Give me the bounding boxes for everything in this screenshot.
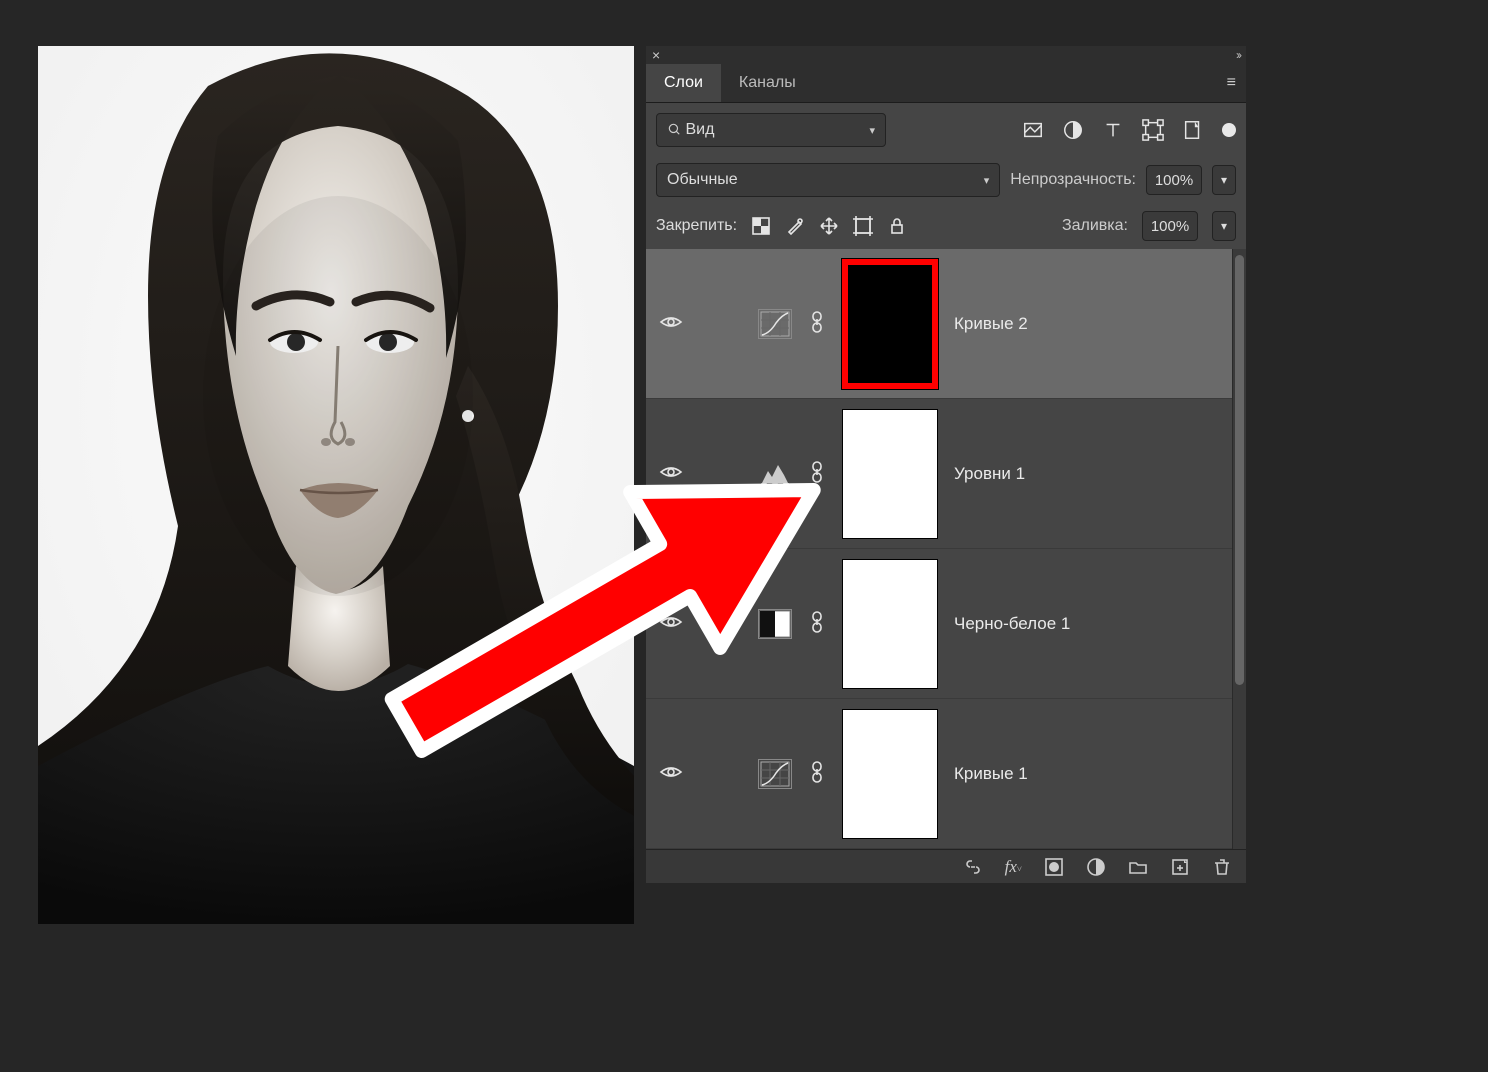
canvas-image[interactable] xyxy=(38,46,634,924)
filter-type-icon[interactable] xyxy=(1102,119,1124,141)
layer-filter-kind-select[interactable]: Вид ▾ xyxy=(656,113,886,147)
add-mask-icon[interactable] xyxy=(1044,857,1064,877)
lock-label: Закрепить: xyxy=(656,217,737,235)
lock-artboard-icon[interactable] xyxy=(853,216,873,236)
visibility-toggle[interactable] xyxy=(659,760,683,788)
visibility-toggle[interactable] xyxy=(659,610,683,638)
blend-mode-label: Обычные xyxy=(667,171,738,189)
layer-name[interactable]: Кривые 2 xyxy=(954,314,1028,334)
visibility-toggle[interactable] xyxy=(659,460,683,488)
layer-mask-thumbnail[interactable] xyxy=(842,709,938,839)
curves-adjustment-icon[interactable] xyxy=(758,309,792,339)
layer-row[interactable]: Кривые 2 xyxy=(646,249,1246,399)
layer-name[interactable]: Кривые 1 xyxy=(954,764,1028,784)
delete-layer-icon[interactable] xyxy=(1212,857,1232,877)
filter-adjustment-icon[interactable] xyxy=(1062,119,1084,141)
panel-menu-icon[interactable]: ≡ xyxy=(1227,74,1236,92)
fill-chevron[interactable]: ▾ xyxy=(1212,211,1236,241)
lock-all-icon[interactable] xyxy=(887,216,907,236)
curves-adjustment-icon[interactable] xyxy=(758,759,792,789)
layer-fx-icon[interactable]: fx˅ xyxy=(1005,857,1022,877)
layer-name[interactable]: Черно-белое 1 xyxy=(954,614,1070,634)
visibility-toggle[interactable] xyxy=(659,310,683,338)
lock-paint-icon[interactable] xyxy=(785,216,805,236)
layers-panel: × ›› Слои Каналы ≡ Вид ▾ xyxy=(646,46,1246,883)
link-icon[interactable] xyxy=(808,610,826,638)
fill-value[interactable]: 100% xyxy=(1142,211,1198,241)
link-icon[interactable] xyxy=(808,310,826,338)
layers-list: Кривые 2 Уровни 1 xyxy=(646,249,1246,883)
filter-kind-label: Вид xyxy=(685,121,714,138)
collapse-icon[interactable]: ›› xyxy=(1236,48,1240,62)
lock-transparency-icon[interactable] xyxy=(751,216,771,236)
blend-mode-select[interactable]: Обычные ▾ xyxy=(656,163,1000,197)
filter-pixel-icon[interactable] xyxy=(1022,119,1044,141)
opacity-value[interactable]: 100% xyxy=(1146,165,1202,195)
filter-smartobject-icon[interactable] xyxy=(1182,119,1204,141)
layer-mask-thumbnail[interactable] xyxy=(842,409,938,539)
new-adjustment-icon[interactable] xyxy=(1086,857,1106,877)
tab-layers[interactable]: Слои xyxy=(646,64,721,102)
tab-channels[interactable]: Каналы xyxy=(721,64,814,102)
layer-row[interactable]: Уровни 1 xyxy=(646,399,1246,549)
bw-adjustment-icon[interactable] xyxy=(758,609,792,639)
panel-titlebar[interactable]: × ›› xyxy=(646,46,1246,64)
layer-name[interactable]: Уровни 1 xyxy=(954,464,1025,484)
levels-adjustment-icon[interactable] xyxy=(758,459,792,489)
close-icon[interactable]: × xyxy=(652,47,660,63)
link-layers-icon[interactable] xyxy=(963,857,983,877)
layers-bottom-bar: fx˅ xyxy=(646,849,1246,883)
opacity-label: Непрозрачность: xyxy=(1010,171,1136,189)
link-icon[interactable] xyxy=(808,760,826,788)
filter-toggle-icon[interactable] xyxy=(1222,123,1236,137)
link-icon[interactable] xyxy=(808,460,826,488)
scrollbar-thumb[interactable] xyxy=(1235,255,1244,685)
fill-label: Заливка: xyxy=(1062,217,1128,235)
filter-shape-icon[interactable] xyxy=(1142,119,1164,141)
new-group-icon[interactable] xyxy=(1128,857,1148,877)
layer-row[interactable]: Черно-белое 1 xyxy=(646,549,1246,699)
lock-position-icon[interactable] xyxy=(819,216,839,236)
layer-mask-thumbnail[interactable] xyxy=(842,259,938,389)
layers-scrollbar[interactable] xyxy=(1232,249,1246,849)
opacity-chevron[interactable]: ▾ xyxy=(1212,165,1236,195)
layer-mask-thumbnail[interactable] xyxy=(842,559,938,689)
new-layer-icon[interactable] xyxy=(1170,857,1190,877)
layer-row[interactable]: Кривые 1 xyxy=(646,699,1246,849)
portrait-placeholder xyxy=(38,46,634,924)
